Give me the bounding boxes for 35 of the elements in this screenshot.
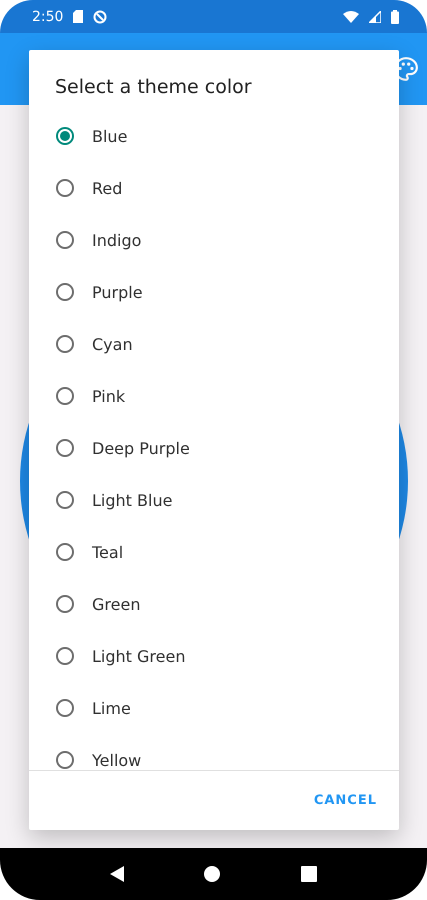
- option-label[interactable]: Blue: [92, 126, 128, 146]
- option-label[interactable]: Cyan: [92, 334, 133, 354]
- option-label[interactable]: Light Green: [92, 646, 186, 666]
- status-time: 2:50: [32, 8, 64, 24]
- wifi-icon: [343, 10, 359, 22]
- radio-button[interactable]: [56, 335, 74, 353]
- option-label[interactable]: Teal: [92, 542, 124, 562]
- signal-icon: [369, 10, 381, 22]
- option-label[interactable]: Purple: [92, 282, 143, 302]
- radio-button[interactable]: [56, 751, 74, 769]
- option-label[interactable]: Light Blue: [92, 490, 172, 510]
- option-label[interactable]: Deep Purple: [92, 438, 190, 458]
- option-label[interactable]: Pink: [92, 386, 126, 406]
- radio-button[interactable]: [56, 647, 74, 665]
- option-label[interactable]: Green: [92, 594, 140, 614]
- dialog-title: Select a theme color: [54, 75, 253, 100]
- option-label[interactable]: Red: [92, 178, 122, 198]
- radio-button[interactable]: [56, 179, 74, 197]
- radio-button[interactable]: [56, 283, 74, 301]
- radio-button[interactable]: [56, 491, 74, 509]
- radio-button[interactable]: [56, 231, 74, 249]
- battery-icon: [391, 10, 399, 24]
- radio-button[interactable]: [56, 543, 74, 561]
- radio-button[interactable]: [56, 699, 74, 717]
- option-label[interactable]: Lime: [92, 698, 131, 718]
- radio-button[interactable]: [56, 439, 74, 457]
- option-label[interactable]: Indigo: [92, 230, 142, 250]
- radio-button[interactable]: [56, 127, 74, 145]
- back-icon[interactable]: [110, 866, 124, 882]
- radio-button[interactable]: [56, 387, 74, 405]
- home-icon[interactable]: [204, 866, 220, 882]
- option-label[interactable]: Yellow: [92, 750, 142, 770]
- recents-icon[interactable]: [300, 866, 317, 882]
- radio-button[interactable]: [56, 595, 74, 613]
- sim-card-icon: [73, 10, 84, 23]
